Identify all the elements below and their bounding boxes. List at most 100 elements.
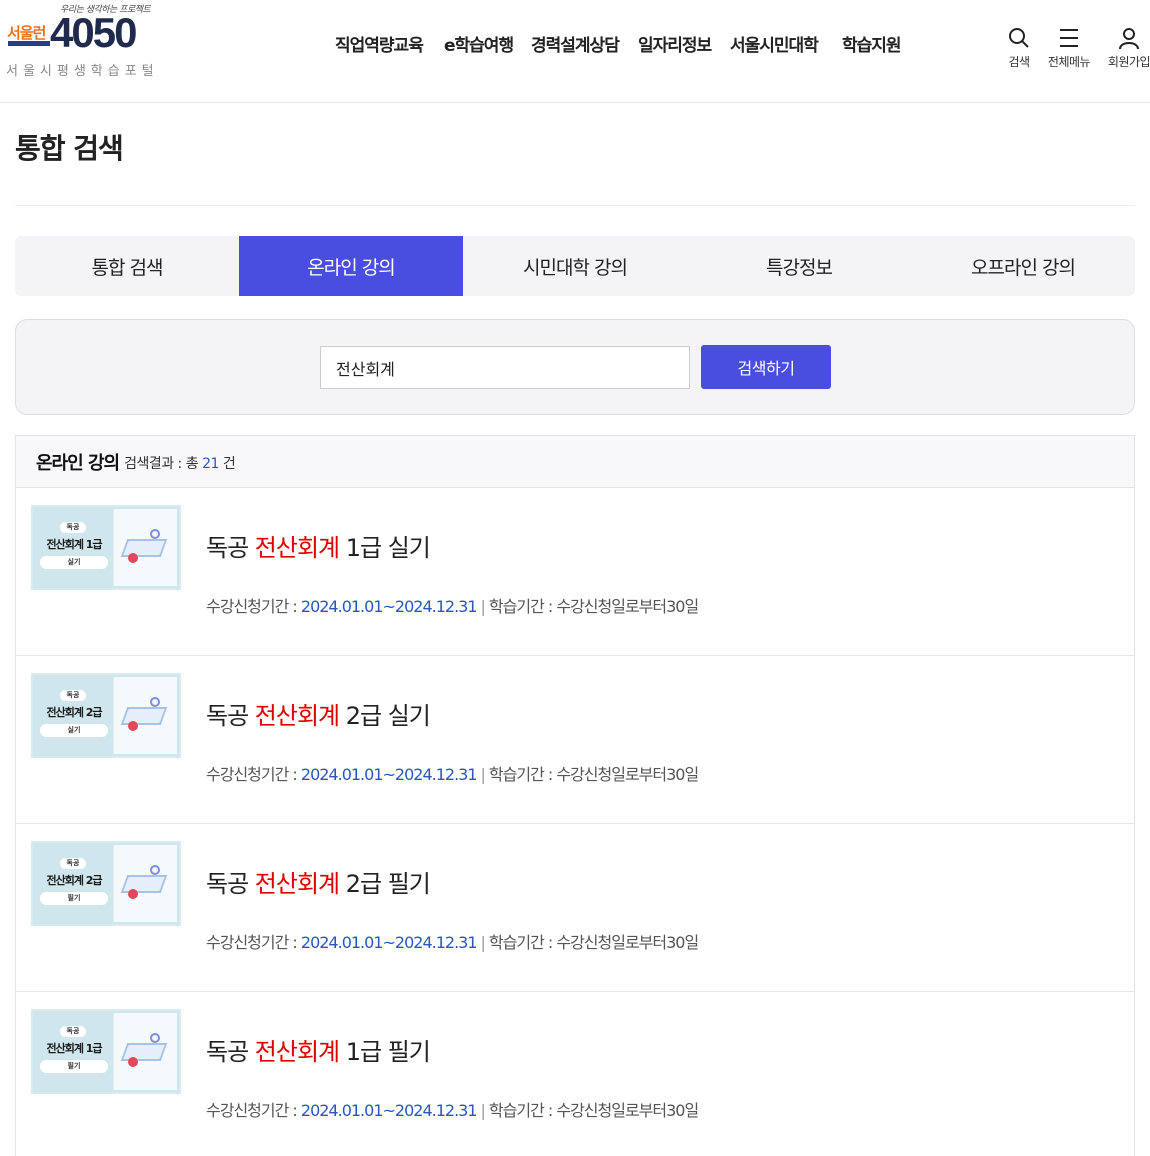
thumb-illustration: [113, 845, 177, 922]
study-period-label: 학습기간 :: [488, 597, 553, 616]
course-title-suffix: 2급 실기: [339, 702, 431, 730]
thumb-title: 전산회계 1급: [46, 1042, 102, 1055]
course-title-prefix: 독공: [206, 1038, 255, 1066]
all-menu-label: 전체메뉴: [1047, 55, 1091, 69]
thumb-title: 전산회계 1급: [46, 538, 102, 551]
results-count-number: 21: [202, 456, 219, 472]
list-item[interactable]: 독공 전산회계 1급 실기 독공 전산회계 1급 실기 수강신청기간 : 202…: [16, 488, 1134, 656]
course-title[interactable]: 독공 전산회계 2급 필기: [206, 864, 431, 899]
tab-offline-lectures[interactable]: 오프라인 강의: [911, 236, 1135, 296]
apply-period-label: 수강신청기간 :: [206, 933, 298, 952]
thumb-illustration: [113, 1013, 177, 1090]
nav-item-e-learning[interactable]: e학습여행: [444, 31, 514, 56]
results-count: 검색결과 : 총 21 건: [124, 453, 236, 473]
site-logo[interactable]: 우리는 생각하는 프로젝트 서울런 4050 서울시평생학습포털: [4, 2, 164, 79]
list-item[interactable]: 독공 전산회계 2급 실기 독공 전산회계 2급 실기 수강신청기간 : 202…: [16, 656, 1134, 824]
title-divider: [15, 205, 1135, 206]
apply-period-value: 2024.01.01~2024.12.31: [300, 933, 478, 952]
course-title-suffix: 1급 실기: [339, 534, 431, 562]
thumb-subtitle: 필기: [40, 892, 108, 905]
search-icon: [1009, 28, 1029, 48]
tab-online-lectures[interactable]: 온라인 강의: [239, 236, 463, 296]
hamburger-menu-icon: [1060, 29, 1078, 47]
study-period-label: 학습기간 :: [488, 1101, 553, 1120]
list-item[interactable]: 독공 전산회계 2급 필기 독공 전산회계 2급 필기 수강신청기간 : 202…: [16, 824, 1134, 992]
thumb-illustration: [113, 509, 177, 586]
course-thumbnail[interactable]: 독공 전산회계 1급 실기: [31, 505, 181, 590]
course-title-highlight: 전산회계: [254, 702, 340, 730]
study-period-value: 수강신청일로부터30일: [556, 933, 699, 952]
apply-period-value: 2024.01.01~2024.12.31: [300, 597, 478, 616]
meta-separator: |: [480, 765, 486, 784]
thumb-subtitle: 실기: [40, 724, 108, 737]
search-category-tabs: 통합 검색 온라인 강의 시민대학 강의 특강정보 오프라인 강의: [15, 236, 1135, 296]
thumb-badge: 독공: [60, 690, 86, 701]
apply-period-label: 수강신청기간 :: [206, 765, 298, 784]
nav-item-job-info[interactable]: 일자리정보: [638, 31, 712, 56]
course-title-suffix: 1급 필기: [339, 1038, 431, 1066]
study-period-label: 학습기간 :: [488, 933, 553, 952]
apply-period-value: 2024.01.01~2024.12.31: [300, 765, 478, 784]
study-period-label: 학습기간 :: [488, 765, 553, 784]
tab-special-lectures[interactable]: 특강정보: [687, 236, 911, 296]
course-title[interactable]: 독공 전산회계 1급 실기: [206, 528, 431, 563]
tab-citizen-university-lectures[interactable]: 시민대학 강의: [463, 236, 687, 296]
results-category: 온라인 강의: [36, 452, 120, 474]
all-menu-button[interactable]: 전체메뉴: [1039, 26, 1099, 70]
logo-number: 4050: [50, 9, 137, 56]
thumb-badge: 독공: [60, 1026, 86, 1037]
tab-integrated-search[interactable]: 통합 검색: [15, 236, 239, 296]
nav-item-career-consulting[interactable]: 경력설계상담: [531, 31, 620, 56]
thumb-illustration: [113, 677, 177, 754]
course-meta: 수강신청기간 : 2024.01.01~2024.12.31 | 학습기간 : 수강…: [206, 1097, 699, 1121]
search-panel: 검색하기: [15, 319, 1135, 415]
course-meta: 수강신청기간 : 2024.01.01~2024.12.31 | 학습기간 : 수강…: [206, 593, 699, 617]
site-header: 우리는 생각하는 프로젝트 서울런 4050 서울시평생학습포털 직업역량교육 …: [0, 0, 1150, 103]
course-title-highlight: 전산회계: [254, 1038, 340, 1066]
course-title[interactable]: 독공 전산회계 1급 필기: [206, 1032, 431, 1067]
meta-separator: |: [480, 1101, 486, 1120]
thumb-subtitle: 필기: [40, 1060, 108, 1073]
apply-period-label: 수강신청기간 :: [206, 1101, 298, 1120]
apply-period-value: 2024.01.01~2024.12.31: [300, 1101, 478, 1120]
signup-button[interactable]: 회원가입: [1099, 26, 1150, 70]
course-thumbnail[interactable]: 독공 전산회계 2급 필기: [31, 841, 181, 926]
nav-item-job-skills[interactable]: 직업역량교육: [335, 31, 424, 56]
study-period-value: 수강신청일로부터30일: [556, 1101, 699, 1120]
course-meta: 수강신청기간 : 2024.01.01~2024.12.31 | 학습기간 : 수강…: [206, 761, 699, 785]
meta-separator: |: [480, 597, 486, 616]
study-period-value: 수강신청일로부터30일: [556, 597, 699, 616]
logo-brand-bar: [8, 41, 50, 46]
course-title-prefix: 독공: [206, 870, 255, 898]
study-period-value: 수강신청일로부터30일: [556, 765, 699, 784]
thumb-badge: 독공: [60, 522, 86, 533]
course-meta: 수강신청기간 : 2024.01.01~2024.12.31 | 학습기간 : 수강…: [206, 929, 699, 953]
signup-label: 회원가입: [1107, 55, 1150, 69]
thumb-badge: 독공: [60, 858, 86, 869]
course-thumbnail[interactable]: 독공 전산회계 1급 필기: [31, 1009, 181, 1094]
results-count-suffix: 건: [222, 456, 236, 472]
apply-period-label: 수강신청기간 :: [206, 597, 298, 616]
course-title[interactable]: 독공 전산회계 2급 실기: [206, 696, 431, 731]
search-submit-button[interactable]: 검색하기: [701, 345, 831, 389]
search-input[interactable]: [320, 346, 690, 389]
logo-subtitle: 서울시평생학습포털: [6, 64, 159, 79]
course-title-highlight: 전산회계: [254, 534, 340, 562]
course-title-suffix: 2급 필기: [339, 870, 431, 898]
list-item[interactable]: 독공 전산회계 1급 필기 독공 전산회계 1급 필기 수강신청기간 : 202…: [16, 992, 1134, 1156]
nav-item-learning-support[interactable]: 학습지원: [842, 31, 902, 56]
thumb-title: 전산회계 2급: [46, 874, 102, 887]
nav-item-citizen-university[interactable]: 서울시민대학: [730, 31, 819, 56]
thumb-subtitle: 실기: [40, 556, 108, 569]
course-thumbnail[interactable]: 독공 전산회계 2급 실기: [31, 673, 181, 758]
page-title: 통합 검색: [15, 132, 124, 165]
results-header: 온라인 강의 검색결과 : 총 21 건: [16, 436, 1134, 488]
course-title-prefix: 독공: [206, 534, 255, 562]
results-panel: 온라인 강의 검색결과 : 총 21 건 독공 전산회계 1급 실기 독공 전산…: [15, 435, 1135, 1156]
meta-separator: |: [480, 933, 486, 952]
user-icon: [1119, 28, 1139, 50]
course-title-highlight: 전산회계: [254, 870, 340, 898]
results-count-prefix: 검색결과 : 총: [124, 456, 199, 472]
logo-brand: 서울런: [7, 24, 46, 42]
thumb-title: 전산회계 2급: [46, 706, 102, 719]
